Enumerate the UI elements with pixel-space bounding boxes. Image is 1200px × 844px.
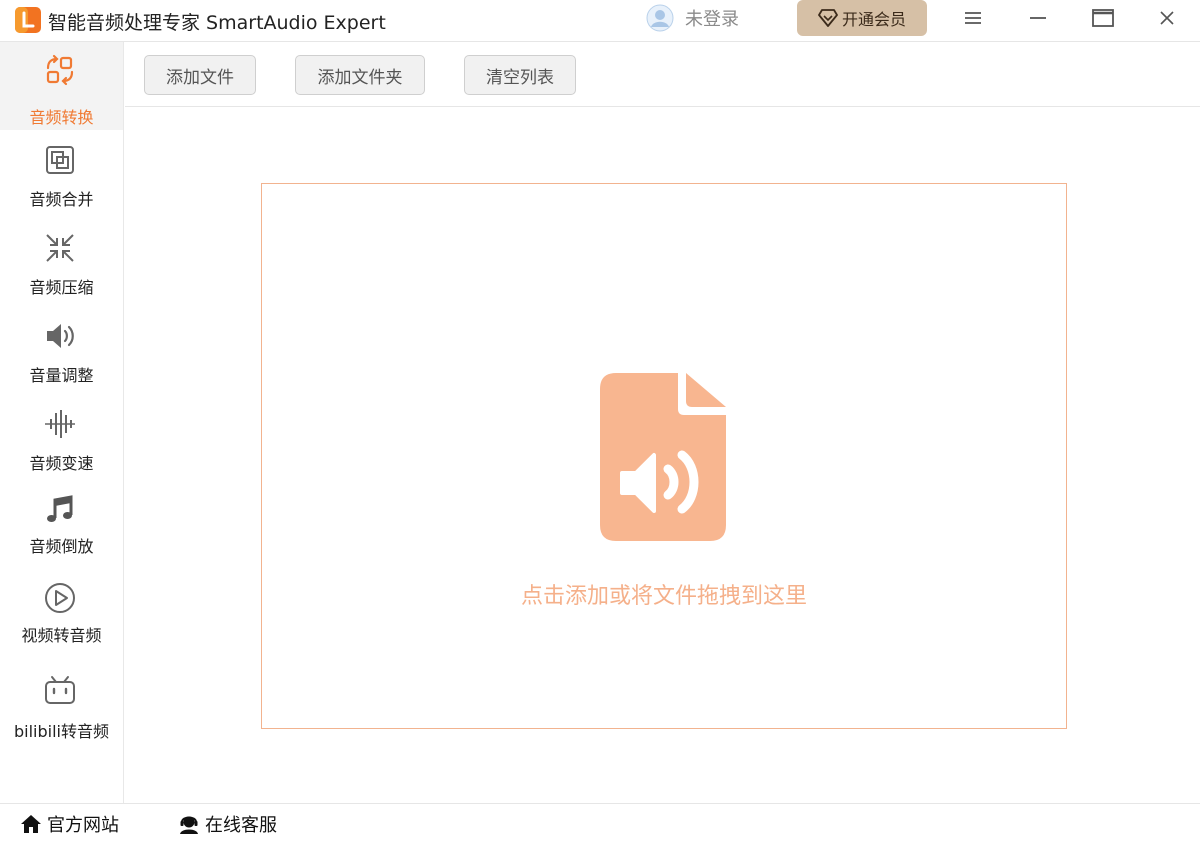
- home-icon: [21, 815, 41, 833]
- speaker-volume-icon: [47, 324, 74, 348]
- minimize-icon: [1030, 17, 1046, 19]
- sidebar-item-audio-compress[interactable]: 音频压缩: [0, 218, 123, 306]
- sidebar-item-video-to-audio[interactable]: 视频转音频: [0, 562, 123, 650]
- sidebar-item-speed-change[interactable]: 音频变速: [0, 394, 123, 482]
- drop-hint-text: 点击添加或将文件拖拽到这里: [520, 584, 807, 609]
- official-website-label: 官方网站: [47, 815, 119, 836]
- maximize-icon: [1092, 9, 1114, 27]
- play-circle-icon: [45, 583, 75, 613]
- sidebar-item-label: 音频转换: [29, 108, 94, 127]
- diamond-icon: [818, 9, 838, 27]
- waveform-icon: [45, 410, 75, 438]
- sidebar-item-label: 音频变速: [29, 454, 94, 473]
- audio-file-icon: [600, 373, 726, 541]
- status-bar: 官方网站 在线客服: [0, 803, 1200, 844]
- sidebar-item-label: 音量调整: [29, 366, 94, 385]
- login-status: 未登录: [685, 9, 739, 30]
- merge-squares-icon: [46, 146, 74, 174]
- sidebar: 音频转换 音频合并 音频压缩 音量调整 音频变速 音频倒放 视频转音频 bili…: [0, 42, 124, 803]
- menu-button[interactable]: [958, 6, 988, 30]
- maximize-button[interactable]: [1088, 6, 1118, 30]
- close-icon: [1160, 11, 1174, 25]
- compress-arrows-icon: [46, 234, 74, 262]
- add-file-button[interactable]: 添加文件: [144, 55, 256, 95]
- online-support-label: 在线客服: [205, 815, 277, 836]
- sidebar-item-label: 音频压缩: [29, 278, 94, 297]
- sidebar-item-volume-adjust[interactable]: 音量调整: [0, 306, 123, 394]
- toolbar: 添加文件 添加文件夹 清空列表: [125, 42, 1200, 107]
- title-bar: 智能音频处理专家 SmartAudio Expert 未登录 开通会员: [0, 0, 1200, 42]
- sidebar-item-audio-merge[interactable]: 音频合并: [0, 130, 123, 218]
- sidebar-item-reverse[interactable]: 音频倒放: [0, 482, 123, 562]
- app-logo-icon: [15, 7, 41, 33]
- add-folder-button[interactable]: 添加文件夹: [295, 55, 425, 95]
- refresh-convert-icon: [46, 54, 74, 86]
- sidebar-item-label: 视频转音频: [21, 626, 102, 645]
- file-drop-zone[interactable]: 点击添加或将文件拖拽到这里: [261, 183, 1067, 729]
- music-note-icon: [47, 495, 73, 522]
- bilibili-tv-icon: [45, 676, 75, 704]
- vip-button[interactable]: 开通会员: [797, 0, 927, 36]
- sidebar-item-bilibili[interactable]: bilibili转音频: [0, 650, 123, 750]
- close-button[interactable]: [1152, 6, 1182, 30]
- online-support-link[interactable]: 在线客服: [178, 812, 277, 836]
- app-title: 智能音频处理专家 SmartAudio Expert: [48, 12, 386, 34]
- sidebar-item-audio-convert[interactable]: 音频转换: [0, 42, 123, 130]
- clear-list-button[interactable]: 清空列表: [464, 55, 576, 95]
- official-website-link[interactable]: 官方网站: [20, 812, 119, 836]
- minimize-button[interactable]: [1023, 6, 1053, 30]
- sidebar-item-label: 音频合并: [29, 190, 94, 209]
- sidebar-item-label: 音频倒放: [29, 537, 94, 556]
- sidebar-item-label: bilibili转音频: [14, 722, 109, 741]
- user-avatar-icon: [646, 4, 674, 32]
- vip-label: 开通会员: [841, 10, 906, 29]
- hamburger-menu-icon: [965, 12, 981, 24]
- customer-service-icon: [180, 816, 198, 834]
- login-button[interactable]: 未登录: [646, 3, 739, 33]
